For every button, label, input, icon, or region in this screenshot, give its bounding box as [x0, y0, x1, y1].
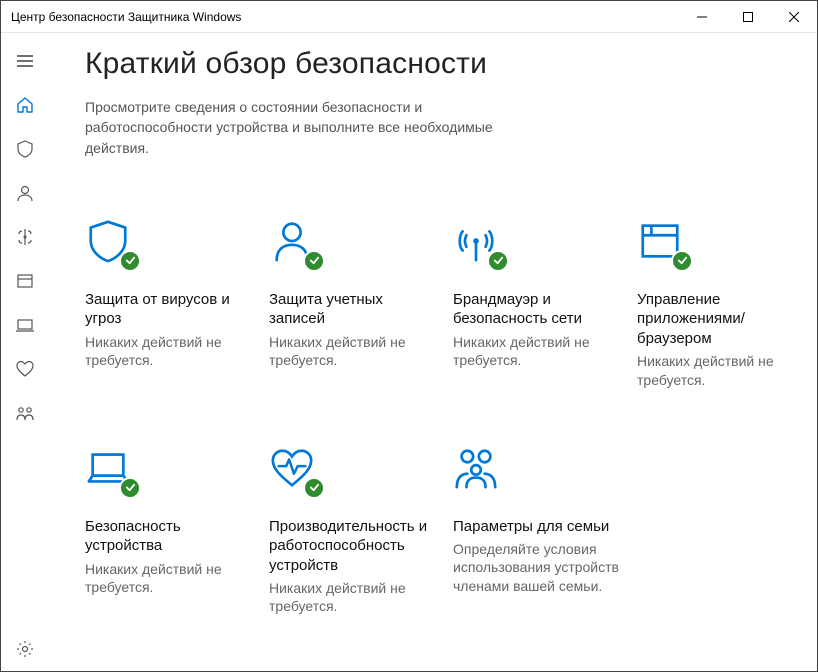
- laptop-icon: [85, 445, 135, 495]
- card-title: Параметры для семьи: [453, 517, 623, 537]
- card-sub: Никаких действий не требуется.: [85, 333, 255, 369]
- check-badge-icon: [119, 477, 141, 499]
- minimize-button[interactable]: [679, 1, 725, 33]
- card-title: Производительность и работоспособность у…: [269, 517, 439, 576]
- card-sub: Никаких действий не требуется.: [637, 352, 807, 388]
- sidebar-item-health[interactable]: [1, 347, 49, 391]
- card-sub: Никаких действий не требуется.: [453, 333, 623, 369]
- card-firewall[interactable]: Брандмауэр и безопасность сети Никаких д…: [453, 218, 623, 389]
- card-device-health[interactable]: Производительность и работоспособность у…: [269, 445, 439, 616]
- check-badge-icon: [303, 477, 325, 499]
- card-app-browser[interactable]: Управление приложениями/браузером Никаки…: [637, 218, 807, 389]
- sidebar-item-home[interactable]: [1, 83, 49, 127]
- cards-grid: Защита от вирусов и угроз Никаких действ…: [85, 218, 787, 616]
- card-title: Управление приложениями/браузером: [637, 290, 807, 349]
- person-icon: [269, 218, 319, 268]
- titlebar: Центр безопасности Защитника Windows: [1, 1, 817, 33]
- hamburger-button[interactable]: [1, 39, 49, 83]
- content: Краткий обзор безопасности Просмотрите с…: [49, 33, 817, 671]
- card-device-security[interactable]: Безопасность устройства Никаких действий…: [85, 445, 255, 616]
- sidebar-item-firewall[interactable]: [1, 215, 49, 259]
- card-sub: Никаких действий не требуется.: [269, 333, 439, 369]
- card-account-protection[interactable]: Защита учетных записей Никаких действий …: [269, 218, 439, 389]
- heart-pulse-icon: [269, 445, 319, 495]
- card-sub: Никаких действий не требуется.: [269, 579, 439, 615]
- card-virus-protection[interactable]: Защита от вирусов и угроз Никаких действ…: [85, 218, 255, 389]
- family-icon: [453, 445, 503, 495]
- card-family-options[interactable]: Параметры для семьи Определяйте условия …: [453, 445, 623, 616]
- check-badge-icon: [119, 250, 141, 272]
- window-title: Центр безопасности Защитника Windows: [11, 10, 241, 24]
- check-badge-icon: [671, 250, 693, 272]
- page-title: Краткий обзор безопасности: [85, 47, 787, 81]
- close-button[interactable]: [771, 1, 817, 33]
- maximize-button[interactable]: [725, 1, 771, 33]
- antenna-icon: [453, 218, 503, 268]
- check-badge-icon: [303, 250, 325, 272]
- check-badge-icon: [487, 250, 509, 272]
- sidebar: [1, 33, 49, 671]
- page-subtitle: Просмотрите сведения о состоянии безопас…: [85, 97, 505, 158]
- sidebar-item-virus[interactable]: [1, 127, 49, 171]
- sidebar-item-app-browser[interactable]: [1, 259, 49, 303]
- sidebar-item-account[interactable]: [1, 171, 49, 215]
- card-sub: Никаких действий не требуется.: [85, 560, 255, 596]
- card-title: Защита учетных записей: [269, 290, 439, 329]
- card-title: Защита от вирусов и угроз: [85, 290, 255, 329]
- shield-icon: [85, 218, 135, 268]
- sidebar-item-settings[interactable]: [1, 627, 49, 671]
- card-title: Безопасность устройства: [85, 517, 255, 556]
- card-sub: Определяйте условия использования устрой…: [453, 540, 623, 595]
- sidebar-item-device[interactable]: [1, 303, 49, 347]
- sidebar-item-family[interactable]: [1, 391, 49, 435]
- card-title: Брандмауэр и безопасность сети: [453, 290, 623, 329]
- browser-icon: [637, 218, 687, 268]
